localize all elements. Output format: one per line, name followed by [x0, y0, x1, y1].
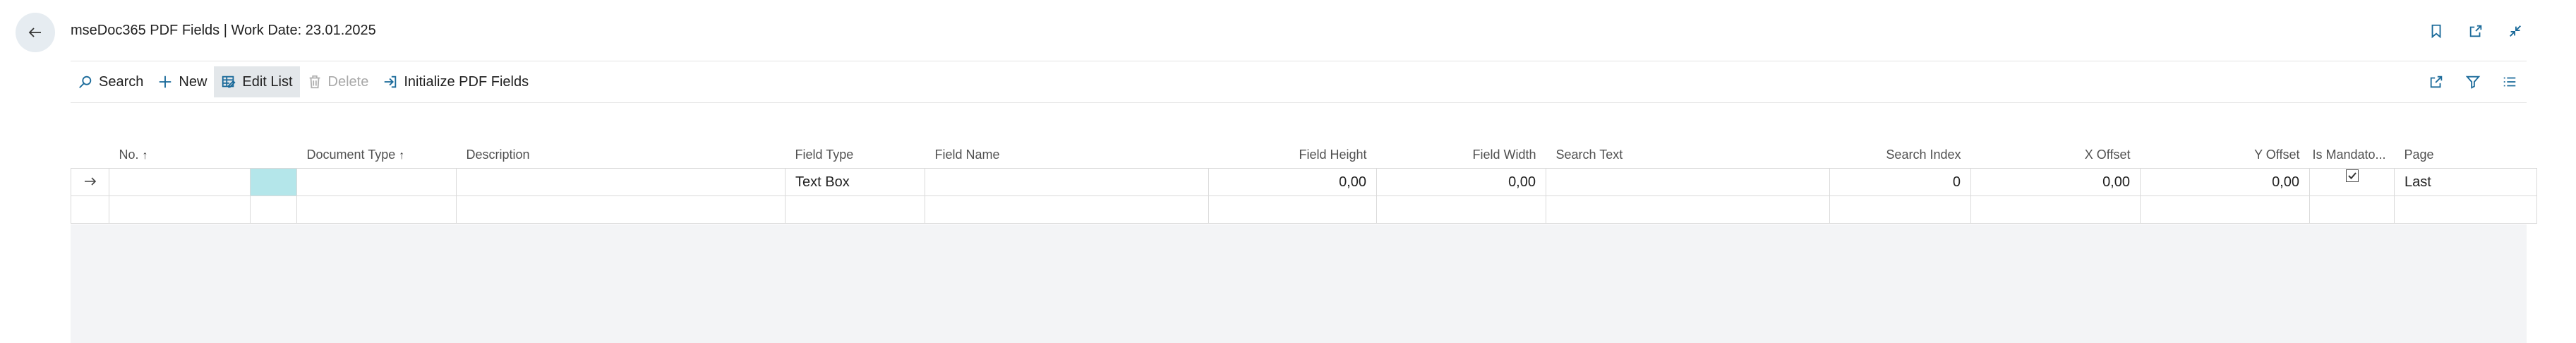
- header-field-name[interactable]: Field Name: [925, 113, 1209, 169]
- cell-page[interactable]: Last: [2394, 168, 2537, 196]
- view-actions: [2425, 71, 2527, 93]
- empty-cell: [71, 195, 109, 224]
- header-field-height[interactable]: Field Height: [1208, 113, 1377, 169]
- edit-list-button[interactable]: Edit List: [214, 66, 300, 97]
- sort-ascending-icon: ↑: [142, 150, 148, 162]
- empty-cell[interactable]: [250, 195, 297, 224]
- cell-document-type[interactable]: [296, 168, 457, 196]
- cell-field-type[interactable]: Text Box: [785, 168, 925, 196]
- empty-cell[interactable]: [109, 195, 251, 224]
- empty-cell[interactable]: [456, 195, 786, 224]
- cell-field-width[interactable]: 0,00: [1376, 168, 1546, 196]
- back-button[interactable]: [16, 13, 55, 52]
- edit-list-button-label: Edit List: [242, 73, 293, 90]
- checkmark-icon: [2347, 172, 2357, 179]
- empty-cell[interactable]: [925, 195, 1209, 224]
- edit-list-icon: [222, 76, 236, 88]
- cell-field-height[interactable]: 0,00: [1208, 168, 1377, 196]
- new-button[interactable]: New: [150, 66, 214, 97]
- action-bar: Search New Edit List Delete Initialize P…: [71, 61, 2527, 103]
- initialize-icon: [385, 76, 397, 88]
- empty-cell[interactable]: [2140, 195, 2310, 224]
- pdf-fields-grid: No. ↑ Document Type ↑ Description Field …: [71, 113, 2537, 224]
- cell-search-text[interactable]: [1546, 168, 1830, 196]
- cell-selected[interactable]: [250, 168, 297, 196]
- header-document-type[interactable]: Document Type ↑: [296, 113, 457, 169]
- list-view-icon[interactable]: [2498, 71, 2521, 93]
- empty-cell[interactable]: [785, 195, 925, 224]
- cell-x-offset[interactable]: 0,00: [1970, 168, 2141, 196]
- cell-no[interactable]: [109, 168, 251, 196]
- new-button-label: New: [179, 73, 207, 90]
- arrow-left-icon: [28, 28, 41, 37]
- table-row[interactable]: Text Box 0,00 0,00 0 0,00 0,00 Last: [71, 168, 2537, 196]
- empty-cell[interactable]: [2394, 195, 2537, 224]
- header-x-offset[interactable]: X Offset: [1970, 113, 2141, 169]
- delete-button-label: Delete: [327, 73, 369, 90]
- search-button-label: Search: [99, 73, 144, 90]
- open-new-window-icon[interactable]: [2464, 20, 2487, 42]
- mandatory-checkbox[interactable]: [2345, 169, 2359, 182]
- cell-y-offset[interactable]: 0,00: [2140, 168, 2310, 196]
- cell-field-name[interactable]: [925, 168, 1209, 196]
- header-description[interactable]: Description: [456, 113, 786, 169]
- initialize-pdf-fields-button[interactable]: Initialize PDF Fields: [375, 66, 536, 97]
- header-page[interactable]: Page: [2394, 113, 2537, 169]
- bookmark-icon[interactable]: [2425, 20, 2448, 42]
- header-y-offset[interactable]: Y Offset: [2140, 113, 2310, 169]
- header-field-width[interactable]: Field Width: [1376, 113, 1546, 169]
- share-icon[interactable]: [2425, 71, 2448, 93]
- current-row-indicator: [71, 168, 109, 196]
- empty-cell[interactable]: [1376, 195, 1546, 224]
- empty-cell[interactable]: [1829, 195, 1971, 224]
- filter-icon[interactable]: [2462, 71, 2484, 93]
- cell-description[interactable]: [456, 168, 786, 196]
- search-icon: [79, 76, 92, 88]
- search-button[interactable]: Search: [71, 66, 150, 97]
- header-actions: [2425, 20, 2527, 42]
- arrow-right-icon: [84, 176, 96, 186]
- sort-ascending-icon: ↑: [399, 150, 405, 162]
- grid-header-row: No. ↑ Document Type ↑ Description Field …: [71, 113, 2537, 169]
- cell-search-index[interactable]: 0: [1829, 168, 1971, 196]
- header-search-index[interactable]: Search Index: [1829, 113, 1971, 169]
- header-spacer: [250, 113, 297, 169]
- empty-cell[interactable]: [1970, 195, 2141, 224]
- header-field-type[interactable]: Field Type: [785, 113, 925, 169]
- empty-cell[interactable]: [2309, 195, 2395, 224]
- empty-cell[interactable]: [1546, 195, 1830, 224]
- delete-button[interactable]: Delete: [300, 66, 376, 97]
- plus-icon: [160, 76, 171, 88]
- header-search-text[interactable]: Search Text: [1546, 113, 1830, 169]
- header-indicator: [71, 113, 109, 169]
- collapse-icon[interactable]: [2504, 20, 2527, 42]
- cell-is-mandatory[interactable]: [2309, 168, 2395, 196]
- empty-cell[interactable]: [1208, 195, 1377, 224]
- header-no[interactable]: No. ↑: [109, 113, 251, 169]
- initialize-pdf-fields-label: Initialize PDF Fields: [404, 73, 529, 90]
- empty-cell[interactable]: [296, 195, 457, 224]
- header-is-mandatory[interactable]: Is Mandato...: [2309, 113, 2395, 169]
- table-row-new[interactable]: [71, 195, 2537, 224]
- trash-icon: [309, 75, 320, 89]
- page-title: mseDoc365 PDF Fields | Work Date: 23.01.…: [71, 23, 376, 38]
- grid-empty-area: [71, 224, 2527, 343]
